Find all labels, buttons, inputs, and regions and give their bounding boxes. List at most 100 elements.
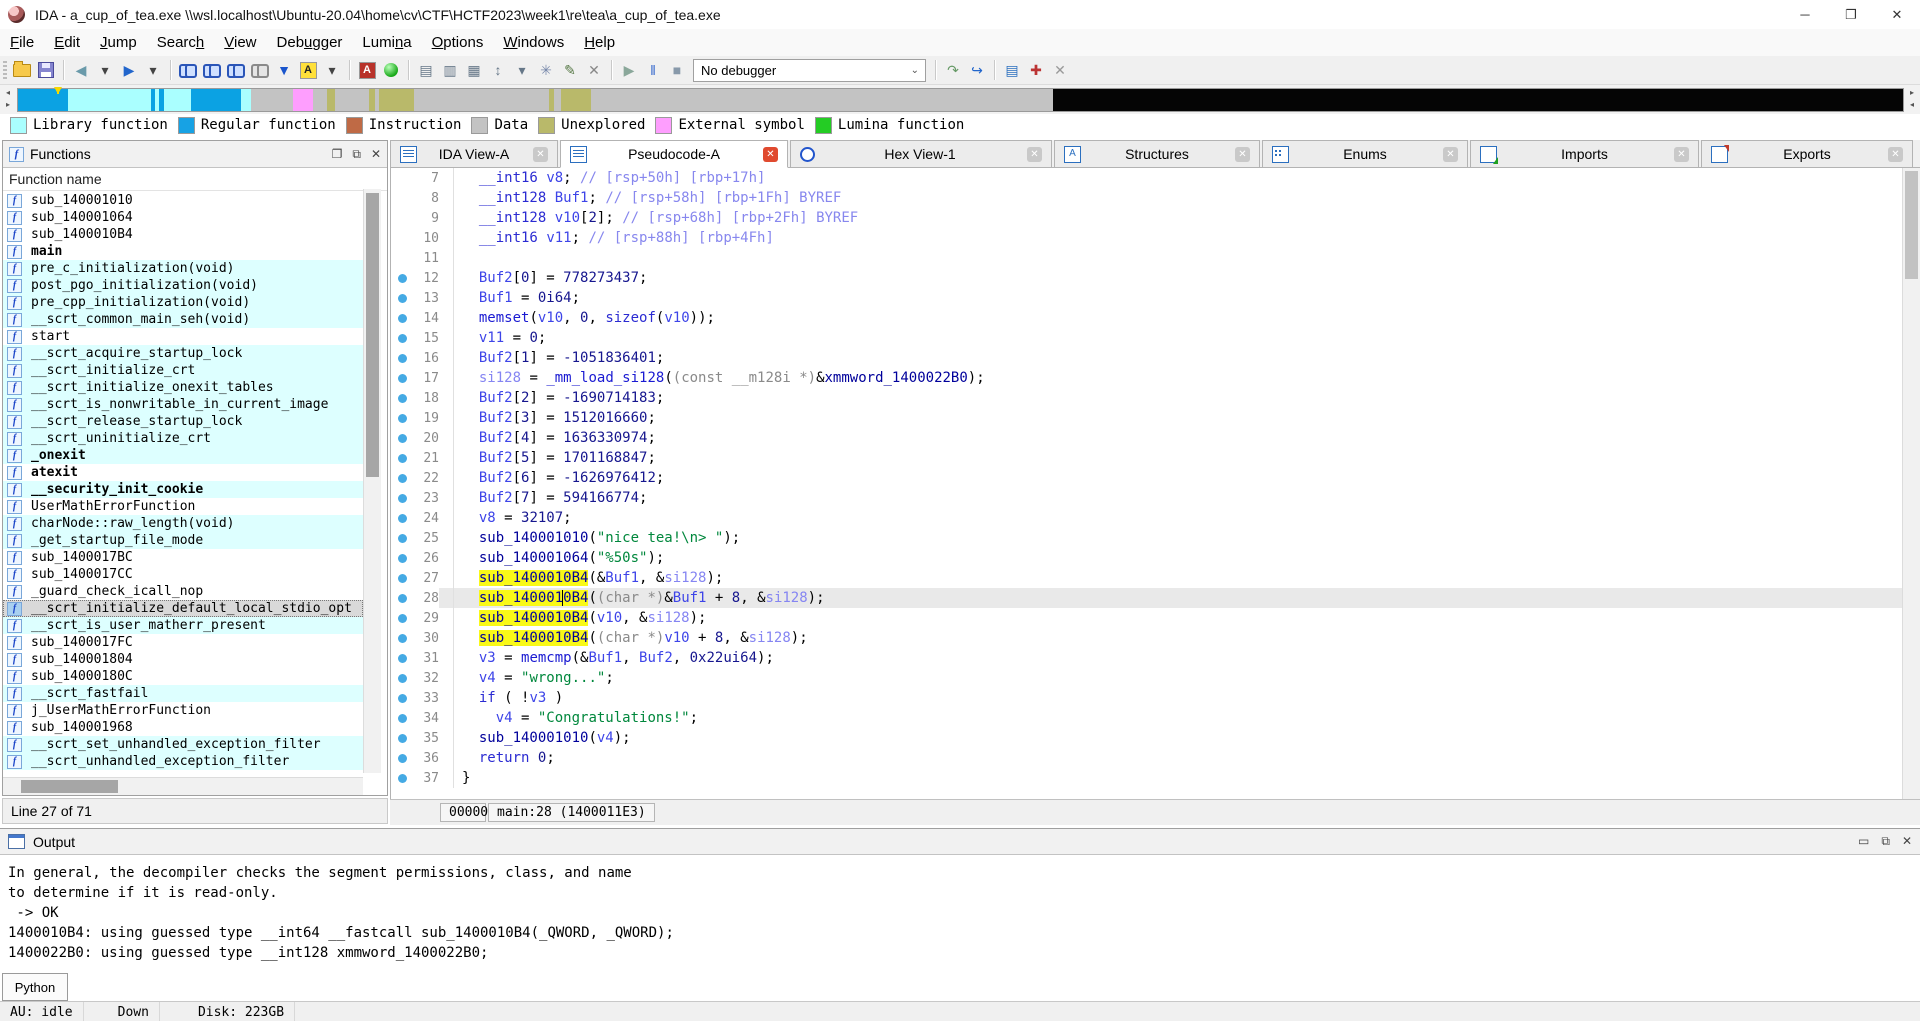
functions-vertical-scrollbar[interactable] [363,189,381,773]
menu-jump[interactable]: Jump [90,34,147,51]
code-line-15[interactable]: 15 v11 = 0; [391,328,1920,348]
code-line-23[interactable]: 23 Buf2[7] = 594166774; [391,488,1920,508]
analysis-dropdown-icon[interactable]: ▾ [511,60,533,80]
line-marker-dot[interactable] [398,354,407,363]
line-marker-dot[interactable] [398,634,407,643]
function-list-item[interactable]: f__scrt_release_startup_lock [3,413,363,430]
patch-icon[interactable]: ✳ [535,60,557,80]
search-text-binoculars-icon[interactable]: T [201,60,223,80]
tab-ida-view-a[interactable]: IDA View-A✕ [390,140,558,167]
function-list-item[interactable]: f__scrt_acquire_startup_lock [3,345,363,362]
line-marker-dot[interactable] [398,554,407,563]
function-list-item[interactable]: fsub_14000180C [3,668,363,685]
line-marker-dot[interactable] [398,734,407,743]
line-marker-dot[interactable] [398,414,407,423]
line-marker-dot[interactable] [398,294,407,303]
code-line-36[interactable]: 36 return 0; [391,748,1920,768]
function-list-item[interactable]: fsub_1400017CC [3,566,363,583]
reanalyze-icon[interactable]: ↕ [487,60,509,80]
menu-view[interactable]: View [214,34,266,51]
tab-hex-view-1[interactable]: Hex View-1✕ [790,140,1052,167]
menu-options[interactable]: Options [422,34,494,51]
code-line-8[interactable]: 8 __int128 Buf1; // [rsp+58h] [rbp+1Fh] … [391,188,1920,208]
functions-float-icon[interactable]: ⧉ [352,147,361,162]
debug-pause-icon[interactable]: ‖ [642,60,664,80]
tab-close-icon[interactable]: ✕ [533,147,548,162]
code-line-35[interactable]: 35 sub_140001010(v4); [391,728,1920,748]
code-line-29[interactable]: 29 sub_1400010B4(v10, &si128); [391,608,1920,628]
function-list-item[interactable]: fsub_1400010B4 [3,226,363,243]
code-line-25[interactable]: 25 sub_140001010("nice tea!\n> "); [391,528,1920,548]
functions-vscroll-thumb[interactable] [366,193,379,477]
tab-enums[interactable]: Enums✕ [1262,140,1468,167]
function-list-item[interactable]: f__scrt_unhandled_exception_filter [3,753,363,770]
save-icon[interactable] [35,60,57,80]
navband-right-arrows[interactable]: ▸◂ [1906,88,1918,110]
search-again-binoculars-icon[interactable] [249,60,271,80]
ascii-dropdown-icon[interactable]: ▾ [321,60,343,80]
line-marker-dot[interactable] [398,314,407,323]
tab-close-icon[interactable]: ✕ [1443,147,1458,162]
function-list-item[interactable]: f__security_init_cookie [3,481,363,498]
code-line-20[interactable]: 20 Buf2[4] = 1636330974; [391,428,1920,448]
function-list-item[interactable]: f__scrt_fastfail [3,685,363,702]
navband-left-arrows[interactable]: ◂▸ [2,88,14,110]
tab-close-icon[interactable]: ✕ [1235,147,1250,162]
function-list-item[interactable]: f_guard_check_icall_nop [3,583,363,600]
function-list-item[interactable]: fsub_140001010 [3,192,363,209]
line-marker-dot[interactable] [398,594,407,603]
function-list-item[interactable]: fsub_140001064 [3,209,363,226]
line-marker-dot[interactable] [398,534,407,543]
back-dropdown-icon[interactable]: ▾ [94,60,116,80]
delete-breakpoint-icon[interactable]: ✕ [1049,60,1071,80]
code-line-12[interactable]: 12 Buf2[0] = 778273437; [391,268,1920,288]
line-marker-dot[interactable] [398,694,407,703]
jump-address-icon[interactable]: ▼ [273,60,295,80]
code-line-34[interactable]: 34 v4 = "Congratulations!"; [391,708,1920,728]
function-list-item[interactable]: fsub_140001804 [3,651,363,668]
code-vertical-scrollbar[interactable] [1902,168,1920,799]
function-list-item[interactable]: f__scrt_is_user_matherr_present [3,617,363,634]
tab-close-icon[interactable]: ✕ [1027,147,1042,162]
functions-horizontal-scrollbar[interactable] [3,777,363,795]
code-line-13[interactable]: 13 Buf1 = 0i64; [391,288,1920,308]
menu-lumina[interactable]: Lumina [352,34,421,51]
functions-hscroll-thumb[interactable] [21,780,118,793]
add-breakpoint-icon[interactable]: ✚ [1025,60,1047,80]
function-list-item[interactable]: f__scrt_is_nonwritable_in_current_image [3,396,363,413]
function-list-item[interactable]: f_onexit [3,447,363,464]
line-marker-dot[interactable] [398,434,407,443]
menu-windows[interactable]: Windows [493,34,574,51]
function-list-item[interactable]: f__scrt_initialize_default_local_stdio_o… [3,600,363,617]
names-window-icon[interactable]: A [356,60,378,80]
function-list-item[interactable]: fsub_1400017BC [3,549,363,566]
output-close-icon[interactable]: ✕ [1902,834,1912,849]
code-line-28[interactable]: 28 sub_1400010B4((char *)&Buf1 + 8, &si1… [391,588,1920,608]
function-list-item[interactable]: fpre_c_initialization(void) [3,260,363,277]
code-line-18[interactable]: 18 Buf2[2] = -1690714183; [391,388,1920,408]
menu-debugger[interactable]: Debugger [267,34,353,51]
code-line-11[interactable]: 11 [391,248,1920,268]
code-line-9[interactable]: 9 __int128 v10[2]; // [rsp+68h] [rbp+2Fh… [391,208,1920,228]
line-marker-dot[interactable] [398,494,407,503]
open-file-icon[interactable] [11,60,33,80]
function-list-item[interactable]: fstart [3,328,363,345]
tab-structures[interactable]: AStructures✕ [1054,140,1260,167]
line-marker-dot[interactable] [398,454,407,463]
code-line-26[interactable]: 26 sub_140001064("%50s"); [391,548,1920,568]
line-marker-dot[interactable] [398,374,407,383]
line-marker-dot[interactable] [398,514,407,523]
code-line-31[interactable]: 31 v3 = memcmp(&Buf1, Buf2, 0x22ui64); [391,648,1920,668]
tab-exports[interactable]: Exports✕ [1701,140,1913,167]
menu-search[interactable]: Search [147,34,215,51]
function-list-item[interactable]: fsub_140001968 [3,719,363,736]
function-list-item[interactable]: fj_UserMathErrorFunction [3,702,363,719]
code-line-19[interactable]: 19 Buf2[3] = 1512016660; [391,408,1920,428]
line-marker-dot[interactable] [398,474,407,483]
function-list-item[interactable]: fsub_1400017FC [3,634,363,651]
create-struct-icon[interactable]: ▦ [463,60,485,80]
edit-icon[interactable]: ✎ [559,60,581,80]
code-line-17[interactable]: 17 si128 = _mm_load_si128((const __m128i… [391,368,1920,388]
tab-pseudocode-a[interactable]: Pseudocode-A✕ [560,140,788,168]
function-list-item[interactable]: f__scrt_initialize_onexit_tables [3,379,363,396]
